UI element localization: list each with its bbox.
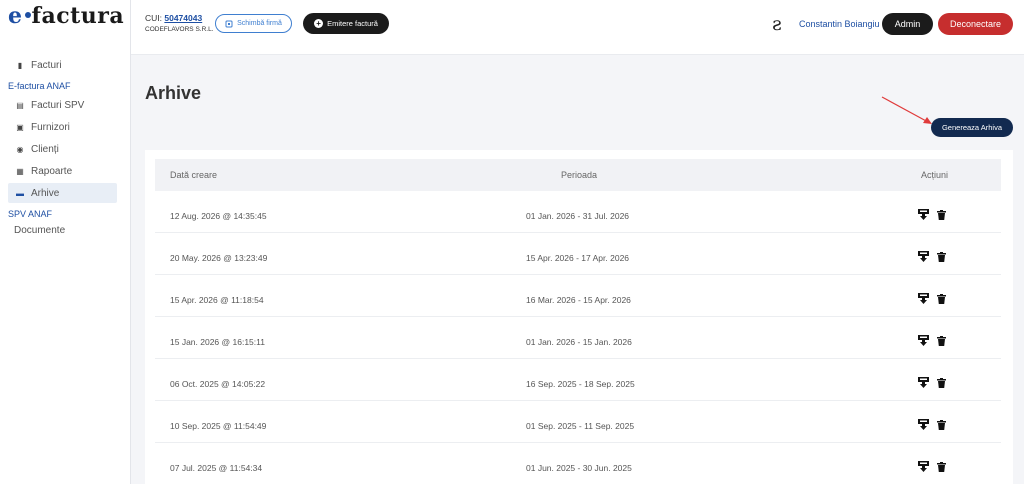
download-icon[interactable] xyxy=(918,251,929,262)
table-row: 15 Jan. 2026 @ 16:15:11 01 Jan. 2026 - 1… xyxy=(155,317,1001,359)
logo-dot xyxy=(24,12,31,18)
user-name[interactable]: Constantin Boiangiu xyxy=(799,19,880,29)
annotation-arrow-icon xyxy=(881,96,932,124)
period-cell: 15 Apr. 2026 - 17 Apr. 2026 xyxy=(526,253,630,263)
topbar: CUI: 50474043 CODEFLAVORS S.R.L. Schimbă… xyxy=(131,0,1024,55)
company-name: CODEFLAVORS S.R.L. xyxy=(145,26,214,33)
period-cell: 01 Jan. 2026 - 15 Jan. 2026 xyxy=(526,337,632,347)
download-icon[interactable] xyxy=(918,293,929,304)
sidebar-section-efactura: E-factura ANAF xyxy=(8,81,71,91)
sidebar-item-clienti[interactable]: ◉ Clienți xyxy=(8,139,117,159)
sidebar-item-facturi-spv[interactable]: ▤ Facturi SPV xyxy=(8,95,117,115)
sidebar-item-label: Clienți xyxy=(31,143,59,155)
period-cell: 16 Sep. 2025 - 18 Sep. 2025 xyxy=(526,379,635,389)
invoice-icon: ▮ xyxy=(17,60,23,70)
created-cell: 12 Aug. 2026 @ 14:35:45 xyxy=(170,211,267,221)
sidebar-item-rapoarte[interactable]: ▦ Rapoarte xyxy=(8,161,117,181)
column-header-actions: Acțiuni xyxy=(921,170,949,180)
cui-info: CUI: 50474043 xyxy=(145,13,202,23)
page-title: Arhive xyxy=(145,83,202,103)
switch-company-label: Schimbă firmă xyxy=(237,20,282,27)
logout-button[interactable]: Deconectare xyxy=(938,13,1013,35)
plus-icon: + xyxy=(314,19,324,28)
app-logo[interactable]: e factura xyxy=(8,3,124,29)
delete-icon[interactable] xyxy=(937,336,946,346)
logo-text: factura xyxy=(31,3,125,29)
delete-icon[interactable] xyxy=(937,378,946,388)
reports-icon: ▦ xyxy=(16,166,24,176)
delete-icon[interactable] xyxy=(937,294,946,304)
supplier-icon: ▣ xyxy=(16,122,24,132)
download-icon[interactable] xyxy=(918,419,929,430)
table-row: 06 Oct. 2025 @ 14:05:22 16 Sep. 2025 - 1… xyxy=(155,359,1001,401)
download-icon[interactable] xyxy=(918,209,929,220)
sidebar-item-facturi[interactable]: ▮ Facturi xyxy=(8,55,117,75)
created-cell: 07 Jul. 2025 @ 11:54:34 xyxy=(170,463,263,473)
clients-icon: ◉ xyxy=(16,144,24,154)
sidebar-nav: ▮ Facturi E-factura ANAF ▤ Facturi SPV ▣… xyxy=(0,53,131,241)
created-cell: 06 Oct. 2025 @ 14:05:22 xyxy=(170,379,266,389)
period-cell: 16 Mar. 2026 - 15 Apr. 2026 xyxy=(526,295,631,305)
sidebar: e factura ▮ Facturi E-factura ANAF ▤ Fact… xyxy=(0,0,131,484)
delete-icon[interactable] xyxy=(937,462,946,472)
table-row: 10 Sep. 2025 @ 11:54:49 01 Sep. 2025 - 1… xyxy=(155,401,1001,443)
created-cell: 10 Sep. 2025 @ 11:54:49 xyxy=(170,421,267,431)
generate-archive-button[interactable]: Genereaza Arhiva xyxy=(931,118,1013,137)
period-cell: 01 Sep. 2025 - 11 Sep. 2025 xyxy=(526,421,635,431)
sidebar-item-label: Facturi SPV xyxy=(31,99,85,111)
user-logo-icon: ƨ xyxy=(772,13,782,35)
download-icon[interactable] xyxy=(918,461,929,472)
sidebar-item-label: Arhive xyxy=(31,187,60,199)
emit-invoice-button[interactable]: + Emitere factură xyxy=(303,13,389,34)
logo-e: e xyxy=(8,3,23,29)
created-cell: 15 Apr. 2026 @ 11:18:54 xyxy=(170,295,264,305)
period-cell: 01 Jun. 2025 - 30 Jun. 2025 xyxy=(526,463,632,473)
table-header: Dată creare Perioada Acțiuni xyxy=(155,159,1001,191)
delete-icon[interactable] xyxy=(937,210,946,220)
table-row: 15 Apr. 2026 @ 11:18:54 16 Mar. 2026 - 1… xyxy=(155,275,1001,317)
archive-icon: ▬ xyxy=(16,188,24,198)
sidebar-item-label: Rapoarte xyxy=(31,165,73,177)
sidebar-item-label: Furnizori xyxy=(31,121,70,133)
created-cell: 15 Jan. 2026 @ 16:15:11 xyxy=(170,337,265,347)
emit-invoice-label: Emitere factură xyxy=(327,19,378,28)
building-icon xyxy=(225,20,233,27)
sidebar-item-arhive[interactable]: ▬ Arhive xyxy=(8,183,117,203)
cui-link[interactable]: 50474043 xyxy=(164,13,202,23)
table-row: 07 Jul. 2025 @ 11:54:34 01 Jun. 2025 - 3… xyxy=(155,443,1001,484)
sidebar-section-spv: SPV ANAF xyxy=(8,209,53,219)
download-icon[interactable] xyxy=(918,335,929,346)
created-cell: 20 May. 2026 @ 13:23:49 xyxy=(170,253,268,263)
column-header-period: Perioada xyxy=(561,170,598,180)
archives-table-card: Dată creare Perioada Acțiuni 12 Aug. 202… xyxy=(145,150,1013,484)
delete-icon[interactable] xyxy=(937,420,946,430)
table-row: 12 Aug. 2026 @ 14:35:45 01 Jan. 2026 - 3… xyxy=(155,191,1001,233)
invoice-list-icon: ▤ xyxy=(16,100,24,110)
admin-button[interactable]: Admin xyxy=(882,13,933,35)
sidebar-item-furnizori[interactable]: ▣ Furnizori xyxy=(8,117,117,137)
table-row: 20 May. 2026 @ 13:23:49 15 Apr. 2026 - 1… xyxy=(155,233,1001,275)
delete-icon[interactable] xyxy=(937,252,946,262)
period-cell: 01 Jan. 2026 - 31 Jul. 2026 xyxy=(526,211,630,221)
sidebar-item-label: Facturi xyxy=(31,59,62,71)
column-header-created: Dată creare xyxy=(170,170,218,180)
download-icon[interactable] xyxy=(918,377,929,388)
cui-label: CUI: xyxy=(145,13,162,23)
switch-company-button[interactable]: Schimbă firmă xyxy=(215,14,292,33)
sidebar-item-documente[interactable]: Documente xyxy=(0,221,131,241)
